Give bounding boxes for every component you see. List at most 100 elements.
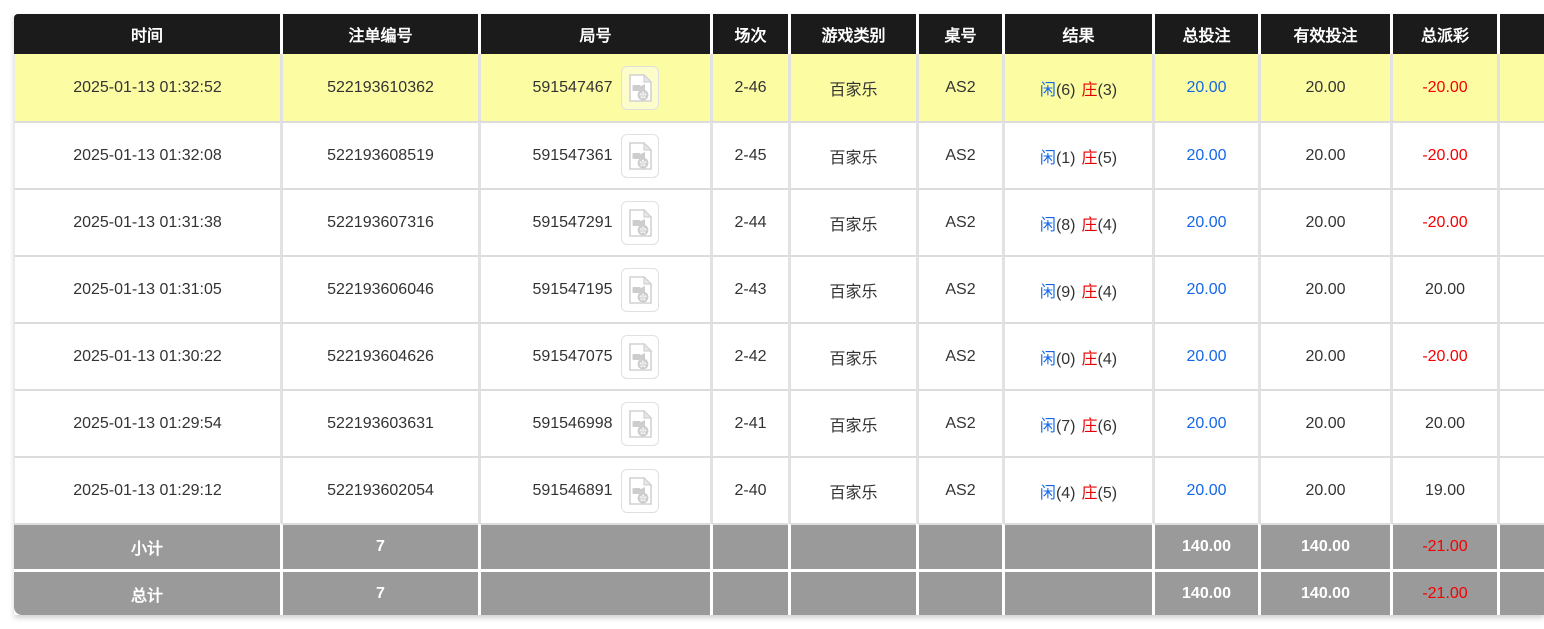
player-result-score: (7): [1056, 418, 1076, 435]
cell-bet-id: 522193604626: [280, 322, 478, 389]
round-number: 591546998: [532, 415, 612, 433]
grand-total-count: 7: [280, 569, 478, 615]
cell-result: 闲(4)庄(5): [1002, 456, 1152, 523]
cell-table-no: AS2: [916, 322, 1002, 389]
banker-result-score: (6): [1098, 418, 1118, 435]
banker-result-label: 庄: [1082, 418, 1098, 435]
column-header-session: 场次: [710, 14, 788, 54]
banker-result-label: 庄: [1082, 82, 1098, 99]
banker-result-label: 庄: [1082, 485, 1098, 502]
player-result-label: 闲: [1040, 82, 1056, 99]
subtotal-empty-table: [916, 523, 1002, 569]
cell-total-bet[interactable]: 20.00: [1152, 121, 1258, 188]
cell-round: 591547195: [478, 255, 710, 322]
cell-result: 闲(1)庄(5): [1002, 121, 1152, 188]
cell-result: 闲(0)庄(4): [1002, 322, 1152, 389]
column-header-time: 时间: [14, 14, 280, 54]
cell-extra: [1497, 255, 1544, 322]
cell-extra: [1497, 389, 1544, 456]
video-file-icon: [627, 410, 653, 438]
cell-table-no: AS2: [916, 456, 1002, 523]
player-result-score: (9): [1056, 284, 1076, 301]
cell-total-payout: -20.00: [1390, 188, 1497, 255]
grand-total-empty-round: [478, 569, 710, 615]
cell-total-bet[interactable]: 20.00: [1152, 389, 1258, 456]
table-header: 时间 注单编号 局号 场次 游戏类别 桌号 结果 总投注 有效投注 总派彩: [14, 14, 1544, 54]
cell-game-type: 百家乐: [788, 54, 916, 121]
cell-extra: [1497, 456, 1544, 523]
video-replay-button[interactable]: [621, 134, 659, 178]
cell-round: 591546891: [478, 456, 710, 523]
cell-total-payout: -20.00: [1390, 322, 1497, 389]
round-number: 591547467: [532, 79, 612, 97]
cell-time: 2025-01-13 01:32:08: [14, 121, 280, 188]
grand-total-total-bet: 140.00: [1152, 569, 1258, 615]
cell-valid-bet: 20.00: [1258, 54, 1390, 121]
column-header-total-bet: 总投注: [1152, 14, 1258, 54]
video-file-icon: [627, 276, 653, 304]
banker-result-label: 庄: [1082, 217, 1098, 234]
cell-round: 591547467: [478, 54, 710, 121]
cell-valid-bet: 20.00: [1258, 121, 1390, 188]
video-replay-button[interactable]: [621, 469, 659, 513]
video-replay-button[interactable]: [621, 335, 659, 379]
player-result-score: (4): [1056, 485, 1076, 502]
cell-time: 2025-01-13 01:29:12: [14, 456, 280, 523]
player-result-label: 闲: [1040, 485, 1056, 502]
cell-round: 591547361: [478, 121, 710, 188]
video-file-icon: [627, 477, 653, 505]
subtotal-empty-extra: [1497, 523, 1544, 569]
subtotal-empty-session: [710, 523, 788, 569]
cell-session: 2-40: [710, 456, 788, 523]
banker-result-score: (5): [1098, 150, 1118, 167]
cell-round: 591547291: [478, 188, 710, 255]
bet-history-table: 时间 注单编号 局号 场次 游戏类别 桌号 结果 总投注 有效投注 总派彩 20…: [14, 14, 1544, 615]
cell-total-payout: 20.00: [1390, 255, 1497, 322]
video-file-icon: [627, 343, 653, 371]
round-number: 591547195: [532, 281, 612, 299]
cell-total-bet[interactable]: 20.00: [1152, 54, 1258, 121]
round-number: 591547075: [532, 348, 612, 366]
column-header-round: 局号: [478, 14, 710, 54]
video-replay-button[interactable]: [621, 66, 659, 110]
video-replay-button[interactable]: [621, 201, 659, 245]
subtotal-valid-bet: 140.00: [1258, 523, 1390, 569]
cell-total-payout: 20.00: [1390, 389, 1497, 456]
cell-time: 2025-01-13 01:30:22: [14, 322, 280, 389]
cell-total-payout: -20.00: [1390, 54, 1497, 121]
cell-valid-bet: 20.00: [1258, 255, 1390, 322]
table-body: 2025-01-13 01:32:52 522193610362 5915474…: [14, 54, 1544, 523]
cell-round: 591547075: [478, 322, 710, 389]
cell-total-bet[interactable]: 20.00: [1152, 255, 1258, 322]
cell-result: 闲(7) 庄(6): [1002, 389, 1152, 456]
table-row: 2025-01-13 01:29:12 522193602054 5915468…: [14, 456, 1544, 523]
cell-total-bet[interactable]: 20.00: [1152, 188, 1258, 255]
subtotal-total-payout: -21.00: [1390, 523, 1497, 569]
player-result-label: 闲: [1040, 351, 1056, 368]
subtotal-empty-round: [478, 523, 710, 569]
cell-table-no: AS2: [916, 255, 1002, 322]
round-number: 591547361: [532, 147, 612, 165]
cell-game-type: 百家乐: [788, 121, 916, 188]
subtotal-empty-result: [1002, 523, 1152, 569]
cell-valid-bet: 20.00: [1258, 188, 1390, 255]
banker-result-label: 庄: [1082, 150, 1098, 167]
cell-total-bet[interactable]: 20.00: [1152, 322, 1258, 389]
column-header-total-payout: 总派彩: [1390, 14, 1497, 54]
cell-bet-id: 522193607316: [280, 188, 478, 255]
player-result-label: 闲: [1040, 418, 1056, 435]
video-replay-button[interactable]: [621, 268, 659, 312]
cell-table-no: AS2: [916, 389, 1002, 456]
grand-total-valid-bet: 140.00: [1258, 569, 1390, 615]
cell-time: 2025-01-13 01:29:54: [14, 389, 280, 456]
cell-extra: [1497, 54, 1544, 121]
column-header-extra: [1497, 14, 1544, 54]
video-file-icon: [627, 142, 653, 170]
column-header-bet-id: 注单编号: [280, 14, 478, 54]
video-replay-button[interactable]: [621, 402, 659, 446]
cell-time: 2025-01-13 01:31:38: [14, 188, 280, 255]
cell-table-no: AS2: [916, 188, 1002, 255]
cell-total-bet[interactable]: 20.00: [1152, 456, 1258, 523]
video-file-icon: [627, 74, 653, 102]
column-header-table-no: 桌号: [916, 14, 1002, 54]
